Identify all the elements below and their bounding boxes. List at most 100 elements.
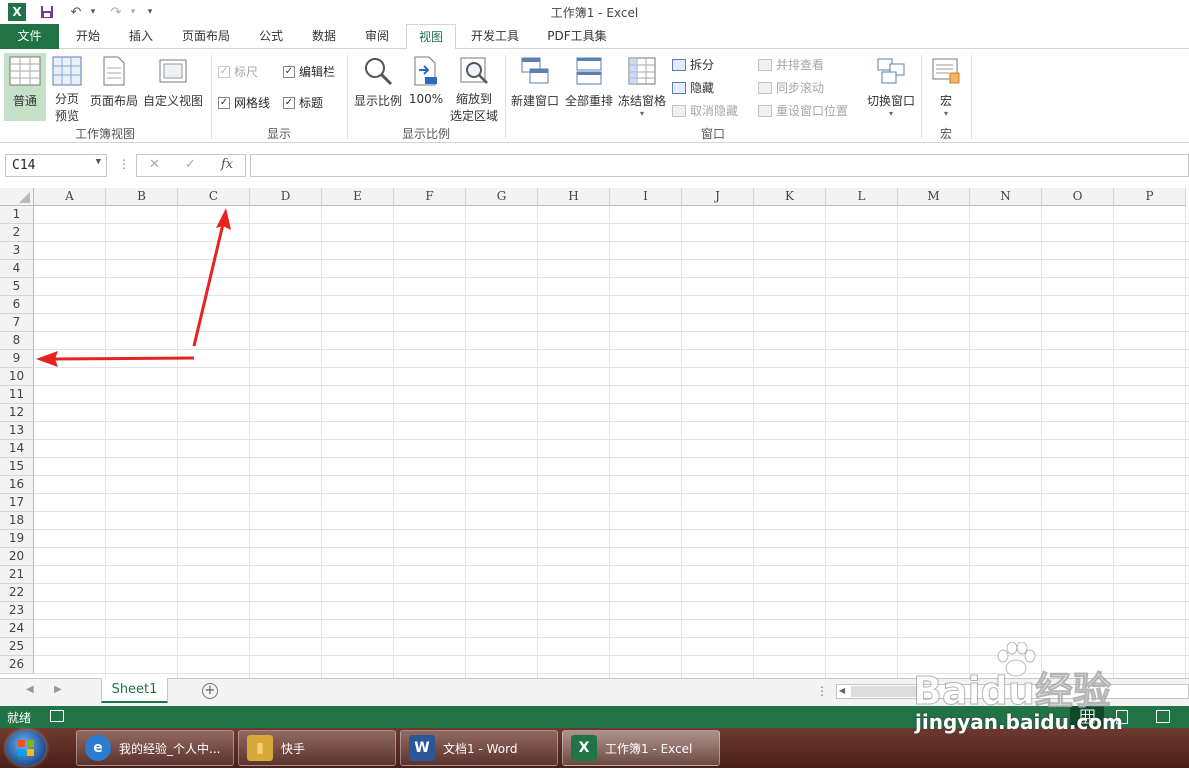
column-header[interactable]: I [610, 188, 682, 206]
column-header[interactable]: L [826, 188, 898, 206]
view-side-by-side-button[interactable]: 并排查看 [758, 56, 824, 73]
name-box[interactable]: C14 ▼ [5, 154, 107, 177]
formula-input[interactable] [250, 154, 1189, 177]
scroll-next-sheet-icon[interactable]: ▶ [54, 684, 62, 695]
column-header[interactable]: M [898, 188, 970, 206]
column-header[interactable]: G [466, 188, 538, 206]
tab-pdf-tools[interactable]: PDF工具集 [536, 24, 618, 49]
tab-view[interactable]: 视图 [406, 24, 456, 50]
column-header[interactable]: D [250, 188, 322, 206]
tab-file[interactable]: 文件 [0, 24, 59, 49]
ruler-checkbox[interactable]: ✓ 标尺 [218, 63, 258, 80]
page-break-preview-label-1: 分页 [54, 92, 79, 106]
gridlines-checkbox[interactable]: ✓ 网格线 [218, 94, 270, 111]
zoom-100-button[interactable]: 100% [406, 53, 446, 121]
sheet-tab-sheet1[interactable]: Sheet1 [101, 678, 168, 703]
normal-view-icon [9, 56, 41, 86]
freeze-panes-button[interactable]: 冻结窗格 ▾ [616, 53, 668, 125]
sync-scroll-button[interactable]: 同步滚动 [758, 79, 824, 96]
row-header[interactable]: 21 [0, 566, 34, 584]
row-header[interactable]: 25 [0, 638, 34, 656]
scroll-prev-sheet-icon[interactable]: ◀ [26, 684, 34, 695]
macro-record-icon[interactable] [50, 710, 64, 722]
worksheet-grid[interactable]: ABCDEFGHIJKLMNOP 1 2 3 4 5 6 7 8 9 10 11 12 13 14 15 16… [0, 188, 1189, 678]
column-header[interactable]: P [1114, 188, 1186, 206]
row-header[interactable]: 20 [0, 548, 34, 566]
row-header[interactable]: 11 [0, 386, 34, 404]
formula-bar-grip-icon[interactable]: ⋮ [118, 157, 130, 171]
row-header[interactable]: 12 [0, 404, 34, 422]
formula-bar-checkbox[interactable]: ✓ 编辑栏 [283, 63, 335, 80]
arrange-all-button[interactable]: 全部重排 [564, 53, 614, 121]
zoom-button[interactable]: 显示比例 [352, 53, 404, 121]
column-header[interactable]: H [538, 188, 610, 206]
normal-view-button[interactable]: 普通 [4, 53, 46, 121]
split-button[interactable]: 拆分 [672, 56, 714, 73]
tab-split-grip-icon[interactable]: ⋮ [816, 684, 828, 698]
insert-function-icon[interactable]: fx [221, 157, 233, 172]
custom-views-label: 自定义视图 [142, 94, 203, 108]
unhide-button[interactable]: 取消隐藏 [672, 102, 738, 119]
column-header[interactable]: O [1042, 188, 1114, 206]
row-header[interactable]: 17 [0, 494, 34, 512]
page-break-preview-button[interactable]: 分页 预览 [48, 53, 86, 123]
custom-views-button[interactable]: 自定义视图 [142, 53, 204, 121]
ruler-label: 标尺 [234, 65, 259, 79]
tab-formulas[interactable]: 公式 [247, 24, 295, 49]
tab-insert[interactable]: 插入 [116, 24, 166, 49]
row-header[interactable]: 22 [0, 584, 34, 602]
taskbar-item-excel[interactable]: X 工作簿1 - Excel [562, 730, 720, 766]
row-header[interactable]: 13 [0, 422, 34, 440]
tab-page-layout[interactable]: 页面布局 [170, 24, 242, 49]
cancel-icon[interactable]: ✕ [149, 157, 160, 172]
row-header[interactable]: 24 [0, 620, 34, 638]
row-header[interactable]: 15 [0, 458, 34, 476]
taskbar-item-folder[interactable]: ▮ 快手 [238, 730, 396, 766]
start-button-icon[interactable] [6, 730, 46, 766]
scroll-left-icon[interactable]: ◀ [839, 686, 845, 695]
tab-data[interactable]: 数据 [300, 24, 348, 49]
tab-developer[interactable]: 开发工具 [460, 24, 530, 49]
row-header[interactable]: 23 [0, 602, 34, 620]
new-window-icon [521, 57, 549, 84]
row-header[interactable]: 19 [0, 530, 34, 548]
hide-button[interactable]: 隐藏 [672, 79, 714, 96]
headings-checkbox[interactable]: ✓ 标题 [283, 94, 323, 111]
column-header[interactable]: F [394, 188, 466, 206]
zoom-selection-icon [460, 57, 488, 84]
show-group-label: 显示 [266, 127, 291, 141]
switch-windows-button[interactable]: 切换窗口 ▾ [864, 53, 918, 125]
macros-button[interactable]: 宏 ▾ [926, 53, 966, 125]
enter-icon[interactable]: ✓ [185, 157, 196, 172]
name-box-dropdown-icon[interactable]: ▼ [96, 157, 101, 167]
row-header[interactable]: 18 [0, 512, 34, 530]
zoom-label: 显示比例 [353, 94, 402, 108]
gridline [34, 601, 1189, 602]
gridline [34, 637, 1189, 638]
browser-icon: e [85, 735, 111, 761]
reset-position-icon [758, 104, 772, 117]
baidu-watermark-url: jingyan.baidu.com [915, 710, 1123, 734]
macros-dropdown-icon: ▾ [943, 109, 948, 118]
unhide-label: 取消隐藏 [690, 104, 739, 118]
row-header[interactable]: 26 [0, 656, 34, 674]
column-header[interactable]: K [754, 188, 826, 206]
unhide-icon [672, 104, 686, 117]
tab-home[interactable]: 开始 [62, 24, 114, 49]
page-break-preview-icon [52, 56, 82, 86]
taskbar-item-word[interactable]: W 文档1 - Word [400, 730, 558, 766]
page-layout-view-button[interactable]: 页面布局 [88, 53, 140, 121]
row-header[interactable]: 14 [0, 440, 34, 458]
column-header[interactable]: J [682, 188, 754, 206]
row-header[interactable]: 16 [0, 476, 34, 494]
tab-review[interactable]: 审阅 [353, 24, 401, 49]
add-sheet-icon[interactable]: + [202, 683, 218, 699]
column-header[interactable]: E [322, 188, 394, 206]
new-window-button[interactable]: 新建窗口 [508, 53, 562, 121]
arrange-all-label: 全部重排 [564, 94, 613, 108]
taskbar-item-browser[interactable]: e 我的经验_个人中... [76, 730, 234, 766]
zoom-to-selection-button[interactable]: 缩放到 选定区域 [448, 53, 500, 123]
reset-window-position-button[interactable]: 重设窗口位置 [758, 102, 848, 119]
column-header[interactable]: N [970, 188, 1042, 206]
window-group-label: 窗口 [700, 127, 725, 141]
